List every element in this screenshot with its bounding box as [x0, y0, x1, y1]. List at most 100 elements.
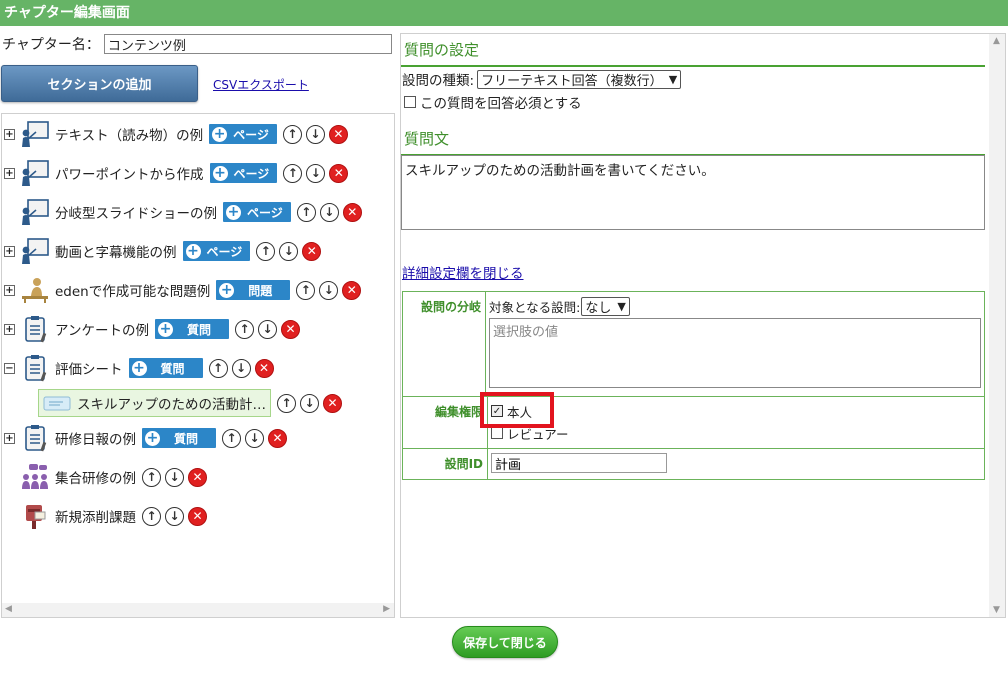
delete-icon[interactable]: ✕: [342, 202, 362, 222]
section-tree-panel: + テキスト（読み物）の例 + ページ ↑ ↓ ✕ + パワーポイントから作成 +…: [1, 113, 395, 618]
question-id-input[interactable]: [491, 453, 667, 473]
expand-icon[interactable]: +: [4, 284, 15, 296]
move-up-icon[interactable]: ↑: [222, 428, 242, 448]
reviewer-label: レビュアー: [507, 426, 569, 442]
tree-item-label: edenで作成可能な問題例: [55, 284, 211, 300]
move-up-icon[interactable]: ↑: [296, 202, 316, 222]
delete-icon[interactable]: ✕: [342, 280, 362, 300]
scroll-up-icon[interactable]: ▲: [993, 36, 1000, 46]
tree-item-powerpoint[interactable]: + パワーポイントから作成 + ページ ↑ ↓ ✕: [2, 158, 349, 188]
expand-icon[interactable]: +: [4, 167, 15, 179]
tree-item-label: 新規添削課題: [55, 510, 136, 526]
move-down-icon[interactable]: ↓: [306, 163, 326, 183]
add-question-button[interactable]: + 質問: [142, 428, 217, 448]
ticket-icon: [43, 394, 71, 412]
scroll-left-icon[interactable]: ◀: [5, 604, 12, 614]
tree-child-skillup-plan[interactable]: スキルアップのための活動計… ↑ ↓ ✕: [38, 388, 342, 418]
save-and-close-button[interactable]: 保存して閉じる: [452, 626, 558, 658]
detail-settings-table: 設問の分岐 対象となる設問: なし ▼ 選択肢の値 編集権限 ✓ 本人 レビュア…: [402, 291, 985, 480]
expand-icon[interactable]: +: [4, 323, 15, 335]
tree-item-survey[interactable]: + アンケートの例 + 質問 ↑ ↓ ✕: [2, 314, 300, 344]
selected-question-node[interactable]: スキルアップのための活動計…: [38, 389, 271, 417]
reviewer-checkbox[interactable]: [491, 427, 503, 439]
move-down-icon[interactable]: ↓: [165, 467, 184, 487]
branch-row: 設問の分岐 対象となる設問: なし ▼ 選択肢の値: [403, 292, 984, 396]
required-row[interactable]: この質問を回答必須とする: [404, 92, 582, 112]
tree-horizontal-scrollbar[interactable]: ◀ ▶: [2, 603, 394, 617]
delete-icon[interactable]: ✕: [323, 393, 342, 413]
permission-reviewer-option[interactable]: レビュアー: [491, 422, 981, 444]
tree-item-new-assignment[interactable]: 新規添削課題 ↑ ↓ ✕: [2, 501, 207, 531]
csv-export-link[interactable]: CSVエクスポート: [213, 76, 309, 93]
add-page-button[interactable]: + ページ: [209, 124, 277, 144]
branch-target-select[interactable]: なし ▼: [581, 297, 630, 316]
tree-item-text-example[interactable]: + テキスト（読み物）の例 + ページ ↑ ↓ ✕: [2, 119, 348, 149]
tree-item-video-subtitles[interactable]: + 動画と字幕機能の例 + ページ ↑ ↓ ✕: [2, 236, 322, 266]
close-detail-link[interactable]: 詳細設定欄を閉じる: [402, 262, 524, 282]
tree-item-label: 評価シート: [55, 362, 123, 378]
required-checkbox[interactable]: [404, 96, 416, 108]
move-down-icon[interactable]: ↓: [257, 319, 277, 339]
settings-vertical-scrollbar[interactable]: ▲ ▼: [989, 34, 1005, 617]
delete-icon[interactable]: ✕: [329, 163, 349, 183]
move-up-icon[interactable]: ↑: [277, 393, 296, 413]
question-type-select[interactable]: フリーテキスト回答（複数行） ▼: [477, 69, 682, 89]
add-page-button[interactable]: + ページ: [209, 163, 278, 183]
delete-icon[interactable]: ✕: [254, 358, 274, 378]
self-checkbox[interactable]: ✓: [491, 405, 503, 417]
move-down-icon[interactable]: ↓: [231, 358, 251, 378]
move-down-icon[interactable]: ↓: [165, 506, 184, 526]
tree-item-daily-report[interactable]: + 研修日報の例 + 質問 ↑ ↓ ✕: [2, 423, 288, 453]
plus-icon: +: [145, 429, 160, 446]
move-down-icon[interactable]: ↓: [279, 241, 299, 261]
tree-item-label: 動画と字幕機能の例: [55, 245, 177, 261]
delete-icon[interactable]: ✕: [188, 506, 207, 526]
move-down-icon[interactable]: ↓: [305, 124, 325, 144]
move-down-icon[interactable]: ↓: [300, 393, 319, 413]
expand-icon[interactable]: +: [4, 128, 15, 140]
move-up-icon[interactable]: ↑: [296, 280, 316, 300]
expand-icon[interactable]: +: [4, 245, 15, 257]
tree-item-eden-questions[interactable]: + edenで作成可能な問題例 + 問題 ↑ ↓ ✕: [2, 275, 362, 305]
add-question-button[interactable]: + 問題: [216, 280, 291, 300]
add-section-button[interactable]: セクションの追加: [1, 65, 198, 102]
delete-icon[interactable]: ✕: [328, 124, 348, 144]
move-up-icon[interactable]: ↑: [283, 163, 303, 183]
move-up-icon[interactable]: ↑: [142, 506, 161, 526]
move-down-icon[interactable]: ↓: [319, 280, 339, 300]
tree-item-evaluation-sheet[interactable]: − 評価シート + 質問 ↑ ↓ ✕: [2, 353, 274, 383]
chapter-name-row: チャプター名：: [2, 33, 392, 55]
move-up-icon[interactable]: ↑: [142, 467, 161, 487]
question-text-area[interactable]: スキルアップのための活動計画を書いてください。: [401, 155, 985, 230]
move-up-icon[interactable]: ↑: [282, 124, 302, 144]
presentation-icon: [19, 158, 51, 188]
move-up-icon[interactable]: ↑: [256, 241, 276, 261]
move-down-icon[interactable]: ↓: [245, 428, 265, 448]
permission-self-option[interactable]: ✓ 本人: [491, 400, 981, 422]
tree-item-branch-slideshow[interactable]: 分岐型スライドショーの例 + ページ ↑ ↓ ✕: [2, 197, 362, 227]
add-page-button[interactable]: + ページ: [182, 241, 251, 261]
clipboard-icon: [19, 423, 51, 453]
tree-item-label: アンケートの例: [55, 323, 149, 339]
move-up-icon[interactable]: ↑: [234, 319, 254, 339]
scroll-down-icon[interactable]: ▼: [993, 605, 1000, 615]
delete-icon[interactable]: ✕: [268, 428, 288, 448]
delete-icon[interactable]: ✕: [188, 467, 207, 487]
add-question-button[interactable]: + 質問: [128, 358, 203, 378]
add-page-button[interactable]: + ページ: [223, 202, 291, 222]
plus-icon: +: [212, 125, 228, 142]
move-up-icon[interactable]: ↑: [208, 358, 228, 378]
delete-icon[interactable]: ✕: [280, 319, 300, 339]
plus-icon: +: [226, 203, 241, 220]
presentation-icon: [19, 119, 51, 149]
chapter-name-input[interactable]: [103, 34, 392, 54]
delete-icon[interactable]: ✕: [302, 241, 322, 261]
add-question-button[interactable]: + 質問: [154, 319, 229, 339]
expand-icon[interactable]: +: [4, 432, 15, 444]
tree-item-group-training[interactable]: 集合研修の例 ↑ ↓ ✕: [2, 462, 207, 492]
collapse-icon[interactable]: −: [4, 362, 15, 374]
move-down-icon[interactable]: ↓: [319, 202, 339, 222]
presentation-icon: [19, 236, 51, 266]
choice-value-textarea[interactable]: 選択肢の値: [489, 318, 981, 388]
scroll-right-icon[interactable]: ▶: [383, 604, 390, 614]
